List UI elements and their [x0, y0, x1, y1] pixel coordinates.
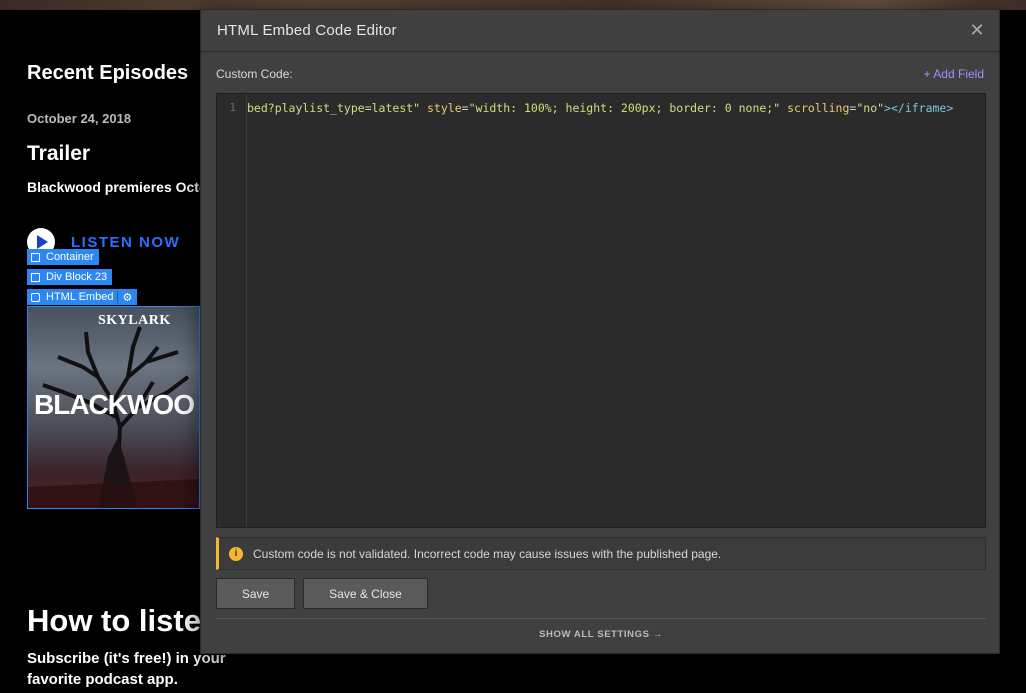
code-editor[interactable]: 1 bed?playlist_type=latest" style="width… [216, 93, 986, 528]
how-to-listen-description: Subscribe (it's free!) in your favorite … [27, 650, 226, 688]
arrow-right-icon: → [652, 629, 663, 640]
code-token: "no" [856, 101, 885, 115]
warning-text: Custom code is not validated. Incorrect … [253, 546, 722, 561]
save-button[interactable]: Save [216, 578, 295, 609]
show-all-settings-label[interactable]: SHOW ALL SETTINGS [539, 629, 649, 640]
designer-tag-label: Container [46, 251, 94, 263]
code-token: = [461, 101, 469, 115]
info-icon: i [229, 546, 243, 561]
listen-now-label[interactable]: LISTEN NOW [71, 234, 180, 251]
embed-icon [31, 292, 40, 302]
modal-title: HTML Embed Code Editor [217, 22, 397, 39]
artwork-show-name: BLACKWOO [34, 389, 195, 420]
episode-date: October 24, 2018 [27, 111, 132, 126]
code-token: style [427, 101, 462, 115]
section-title: Recent Episodes [27, 62, 189, 84]
container-icon [31, 252, 40, 262]
close-icon[interactable]: ✕ [969, 21, 985, 39]
designer-tag-container[interactable]: Container [27, 249, 99, 265]
code-token: scrolling [787, 101, 850, 115]
episode-description: Blackwood premieres Octob [27, 179, 217, 195]
code-line[interactable]: bed?playlist_type=latest" style="width: … [247, 101, 985, 115]
how-to-listen-title: How to lister [27, 603, 214, 638]
add-field-button[interactable]: + Add Field [924, 67, 984, 81]
artwork-brand: SKYLARK [98, 313, 171, 328]
designer-tag-html-embed[interactable]: HTML Embed ⚙ [27, 289, 138, 305]
html-embed-code-editor-modal: HTML Embed Code Editor ✕ Custom Code: + … [200, 9, 1000, 654]
save-and-close-button[interactable]: Save & Close [303, 578, 428, 609]
modal-header: HTML Embed Code Editor [201, 10, 999, 52]
designer-tag-label: Div Block 23 [46, 271, 108, 283]
podcast-artwork: SKYLARK BLACKWOO [27, 306, 200, 509]
designer-tag-label: HTML Embed [46, 291, 114, 303]
code-token: ></iframe> [884, 101, 954, 115]
div-block-icon [31, 272, 40, 282]
editor-gutter: 1 [217, 94, 247, 527]
validation-warning: i Custom code is not validated. Incorrec… [216, 537, 986, 570]
divider [216, 618, 986, 619]
gear-icon[interactable]: ⚙ [117, 290, 132, 304]
code-token: "width: 100%; height: 200px; border: 0 n… [468, 101, 781, 115]
show-all-settings-link[interactable]: SHOW ALL SETTINGS → [201, 629, 1001, 640]
code-token: bed?playlist_type=latest" [247, 101, 421, 115]
episode-title[interactable]: Trailer [27, 142, 90, 166]
line-number: 1 [229, 101, 236, 114]
custom-code-label: Custom Code: [216, 67, 293, 81]
designer-tag-div-block[interactable]: Div Block 23 [27, 269, 113, 285]
